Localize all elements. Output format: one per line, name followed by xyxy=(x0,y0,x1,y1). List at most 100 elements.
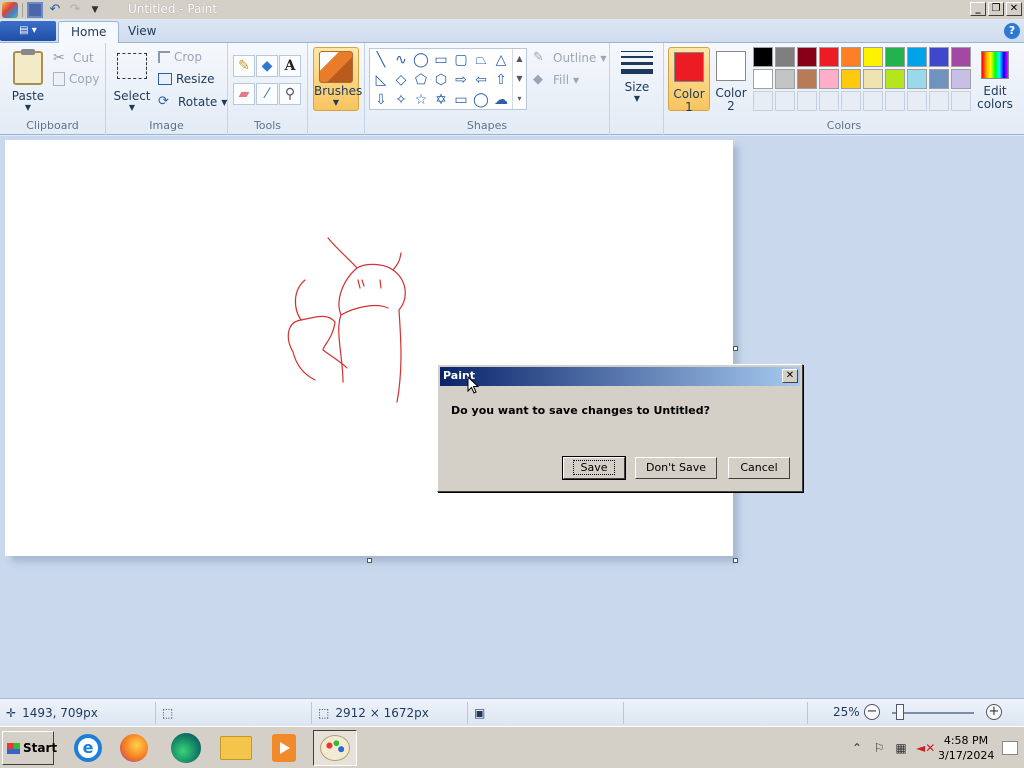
size-button[interactable]: Size ▼ xyxy=(618,45,656,103)
palette-color-swatch[interactable] xyxy=(951,69,971,89)
palette-custom-slot[interactable] xyxy=(885,91,905,111)
pentagon-shape-icon[interactable]: ⬠ xyxy=(411,70,431,90)
tab-home[interactable]: Home xyxy=(58,21,120,43)
fill-icon[interactable]: ◆ xyxy=(256,55,278,77)
brushes-button[interactable]: Brushes ▼ xyxy=(313,47,362,111)
palette-custom-slot[interactable] xyxy=(951,91,971,111)
down-arrow-shape-icon[interactable]: ⇩ xyxy=(371,90,391,110)
save-icon[interactable] xyxy=(27,1,43,18)
close-button[interactable]: ✕ xyxy=(1006,2,1022,16)
line-shape-icon[interactable]: ╲ xyxy=(371,50,391,70)
palette-custom-slot[interactable] xyxy=(775,91,795,111)
palette-color-swatch[interactable] xyxy=(907,47,927,67)
magnifier-icon[interactable]: ⚲ xyxy=(279,83,301,105)
rectangle-shape-icon[interactable]: ▭ xyxy=(431,50,451,70)
up-arrow-shape-icon[interactable]: ⇧ xyxy=(491,70,511,90)
palette-color-swatch[interactable] xyxy=(753,69,773,89)
palette-color-swatch[interactable] xyxy=(797,47,817,67)
palette-color-swatch[interactable] xyxy=(929,69,949,89)
resize-handle-bottom[interactable] xyxy=(367,558,372,563)
triangle-shape-icon[interactable]: △ xyxy=(491,50,511,70)
start-button[interactable]: Start xyxy=(2,731,57,765)
edit-colors-button[interactable]: Edit colors xyxy=(975,47,1015,111)
paste-button[interactable]: Paste ▼ xyxy=(8,45,48,112)
zoom-slider-thumb[interactable] xyxy=(896,704,904,720)
palette-custom-slot[interactable] xyxy=(863,91,883,111)
zoom-out-button[interactable]: − xyxy=(864,704,880,720)
dialog-close-button[interactable]: ✕ xyxy=(782,369,798,383)
palette-color-swatch[interactable] xyxy=(819,69,839,89)
palette-color-swatch[interactable] xyxy=(841,47,861,67)
left-arrow-shape-icon[interactable]: ⇦ xyxy=(471,70,491,90)
palette-custom-slot[interactable] xyxy=(797,91,817,111)
undo-icon[interactable]: ↶ xyxy=(47,2,63,18)
palette-custom-slot[interactable] xyxy=(753,91,773,111)
clock[interactable]: 4:58 PM 3/17/2024 xyxy=(938,733,994,763)
oval-shape-icon[interactable]: ◯ xyxy=(411,50,431,70)
shapes-scroll-icon[interactable]: ▲ ▼ ▾ xyxy=(512,49,526,109)
palette-color-swatch[interactable] xyxy=(951,47,971,67)
action-center-flag-icon[interactable]: ⚐ xyxy=(872,741,886,755)
right-arrow-shape-icon[interactable]: ⇨ xyxy=(451,70,471,90)
text-icon[interactable]: A xyxy=(279,55,301,77)
rounded-callout-shape-icon[interactable]: ▭ xyxy=(451,90,471,110)
paint-menu-button[interactable]: ▤ ▾ xyxy=(0,21,56,41)
resize-handle-corner[interactable] xyxy=(733,558,738,563)
minimize-button[interactable]: _ xyxy=(970,2,986,16)
palette-color-swatch[interactable] xyxy=(797,69,817,89)
palette-custom-slot[interactable] xyxy=(907,91,927,111)
six-point-star-shape-icon[interactable]: ✡ xyxy=(431,90,451,110)
copy-button[interactable]: Copy xyxy=(53,72,99,86)
fill-button[interactable]: ◆ Fill ▼ xyxy=(533,72,579,88)
dialog-title-bar[interactable]: Paint ✕ xyxy=(440,367,800,386)
polygon-shape-icon[interactable]: ⏢ xyxy=(471,50,491,70)
edge-taskbar-button[interactable] xyxy=(164,730,208,766)
cloud-callout-shape-icon[interactable]: ☁ xyxy=(491,90,511,110)
palette-color-swatch[interactable] xyxy=(907,69,927,89)
internet-explorer-taskbar-button[interactable]: e xyxy=(66,730,110,766)
palette-color-swatch[interactable] xyxy=(819,47,839,67)
select-button[interactable]: Select ▼ xyxy=(112,45,152,112)
rounded-rectangle-shape-icon[interactable]: ▢ xyxy=(451,50,471,70)
restore-button[interactable]: ❐ xyxy=(988,2,1004,16)
eraser-icon[interactable]: ▰ xyxy=(233,83,255,105)
curve-shape-icon[interactable]: ∿ xyxy=(391,50,411,70)
cancel-button[interactable]: Cancel xyxy=(728,457,790,479)
five-point-star-shape-icon[interactable]: ☆ xyxy=(411,90,431,110)
paint-taskbar-button[interactable] xyxy=(313,730,357,766)
file-explorer-taskbar-button[interactable] xyxy=(214,730,258,766)
zoom-slider[interactable] xyxy=(892,712,974,714)
palette-color-swatch[interactable] xyxy=(841,69,861,89)
paint-app-icon[interactable] xyxy=(2,1,18,18)
color-picker-icon[interactable]: ⁄ xyxy=(256,83,278,105)
palette-color-swatch[interactable] xyxy=(929,47,949,67)
palette-custom-slot[interactable] xyxy=(929,91,949,111)
drawing-canvas[interactable] xyxy=(5,140,733,556)
cut-button[interactable]: ✂ Cut xyxy=(53,50,94,66)
save-button[interactable]: Save xyxy=(562,456,626,480)
oval-callout-shape-icon[interactable]: ◯ xyxy=(471,90,491,110)
show-hidden-icons-icon[interactable]: ⌃ xyxy=(850,741,864,755)
palette-custom-slot[interactable] xyxy=(841,91,861,111)
volume-muted-icon[interactable]: ◄✕ xyxy=(916,741,935,755)
help-icon[interactable]: ? xyxy=(1004,23,1020,39)
hexagon-shape-icon[interactable]: ⬡ xyxy=(431,70,451,90)
crop-button[interactable]: Crop xyxy=(158,50,202,64)
redo-icon[interactable]: ↷ xyxy=(67,2,83,18)
rotate-button[interactable]: ⟳ Rotate ▼ xyxy=(158,94,227,110)
diamond-shape-icon[interactable]: ◇ xyxy=(391,70,411,90)
four-point-star-shape-icon[interactable]: ✧ xyxy=(391,90,411,110)
tab-view[interactable]: View xyxy=(116,21,168,43)
pencil-icon[interactable]: ✎ xyxy=(233,55,255,77)
palette-color-swatch[interactable] xyxy=(863,69,883,89)
palette-color-swatch[interactable] xyxy=(775,69,795,89)
palette-custom-slot[interactable] xyxy=(819,91,839,111)
right-triangle-shape-icon[interactable]: ◺ xyxy=(371,70,391,90)
resize-handle-right[interactable] xyxy=(733,346,738,351)
dont-save-button[interactable]: Don't Save xyxy=(635,457,717,479)
zoom-in-button[interactable]: + xyxy=(986,704,1002,720)
palette-color-swatch[interactable] xyxy=(775,47,795,67)
palette-color-swatch[interactable] xyxy=(863,47,883,67)
palette-color-swatch[interactable] xyxy=(885,69,905,89)
show-desktop-icon[interactable] xyxy=(1002,741,1018,755)
